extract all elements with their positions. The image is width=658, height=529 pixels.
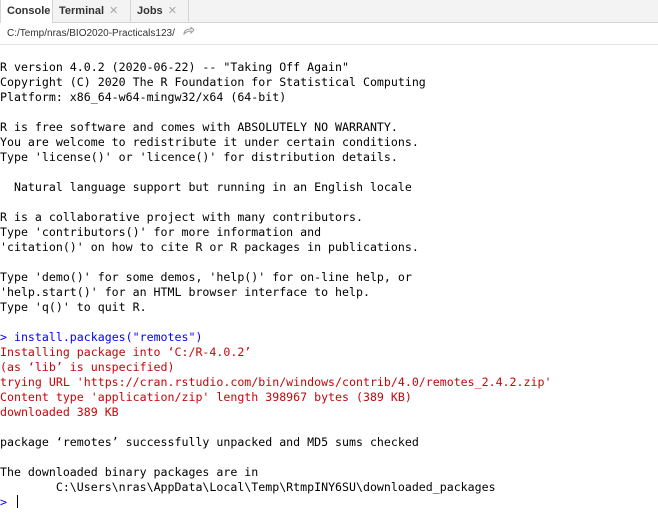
- working-directory-path: C:/Temp/nras/BIO2020-Practicals123/: [7, 28, 175, 40]
- console-line: Copyright (C) 2020 The R Foundation for …: [0, 75, 426, 89]
- console-message-line: Content type 'application/zip' length 39…: [0, 390, 412, 404]
- console-line: R is a collaborative project with many c…: [0, 210, 363, 224]
- go-to-directory-icon[interactable]: [183, 23, 195, 44]
- console-line: 'citation()' on how to cite R or R packa…: [0, 240, 419, 254]
- console-output[interactable]: R version 4.0.2 (2020-06-22) -- "Taking …: [0, 60, 656, 510]
- console-line: Platform: x86_64-w64-mingw32/x64 (64-bit…: [0, 90, 287, 104]
- close-icon[interactable]: ✕: [168, 0, 177, 22]
- install-messages: Installing package into ‘C:/R-4.0.2’ (as …: [0, 345, 656, 420]
- startup-banner: R version 4.0.2 (2020-06-22) -- "Taking …: [0, 60, 656, 330]
- text-cursor: [16, 495, 18, 508]
- console-line: The downloaded binary packages are in: [0, 465, 259, 479]
- console-input-line[interactable]: >: [0, 495, 656, 510]
- console-line: R is free software and comes with ABSOLU…: [0, 120, 398, 134]
- input-prompt-symbol: >: [0, 495, 7, 509]
- console-line: Natural language support but running in …: [0, 180, 412, 194]
- console-line: C:\Users\nras\AppData\Local\Temp\RtmpINY…: [0, 480, 496, 494]
- tab-terminal[interactable]: Terminal ✕: [53, 0, 131, 23]
- console-line: Type 'license()' or 'licence()' for dist…: [0, 150, 398, 164]
- tab-jobs-label: Jobs: [137, 5, 163, 17]
- console-message-line: downloaded 389 KB: [0, 405, 119, 419]
- tab-console[interactable]: Console: [0, 0, 53, 24]
- pane-tab-bar: Console Terminal ✕ Jobs ✕: [0, 0, 658, 24]
- tab-jobs[interactable]: Jobs ✕: [131, 0, 189, 23]
- console-message-line: (as ‘lib’ is unspecified): [0, 360, 175, 374]
- console-message-line: trying URL 'https://cran.rstudio.com/bin…: [0, 375, 552, 389]
- console-line: Type 'demo()' for some demos, 'help()' f…: [0, 270, 412, 284]
- console-line: R version 4.0.2 (2020-06-22) -- "Taking …: [0, 60, 350, 74]
- tab-terminal-label: Terminal: [59, 5, 105, 17]
- close-icon[interactable]: ✕: [109, 0, 118, 22]
- console-line: 'help.start()' for an HTML browser inter…: [0, 285, 370, 299]
- tab-console-label: Console: [7, 5, 51, 17]
- prompt-symbol: >: [0, 330, 7, 344]
- console-message-line: Installing package into ‘C:/R-4.0.2’: [0, 345, 252, 359]
- console-line: Type 'contributors()' for more informati…: [0, 225, 322, 239]
- console-line: You are welcome to redistribute it under…: [0, 135, 419, 149]
- console-line: Type 'q()' to quit R.: [0, 300, 147, 314]
- working-directory-bar: C:/Temp/nras/BIO2020-Practicals123/: [0, 23, 658, 45]
- install-output: package ‘remotes’ successfully unpacked …: [0, 420, 656, 495]
- console-line: package ‘remotes’ successfully unpacked …: [0, 435, 419, 449]
- command-text: install.packages("remotes"): [13, 330, 203, 344]
- command-line: > install.packages("remotes"): [0, 330, 656, 345]
